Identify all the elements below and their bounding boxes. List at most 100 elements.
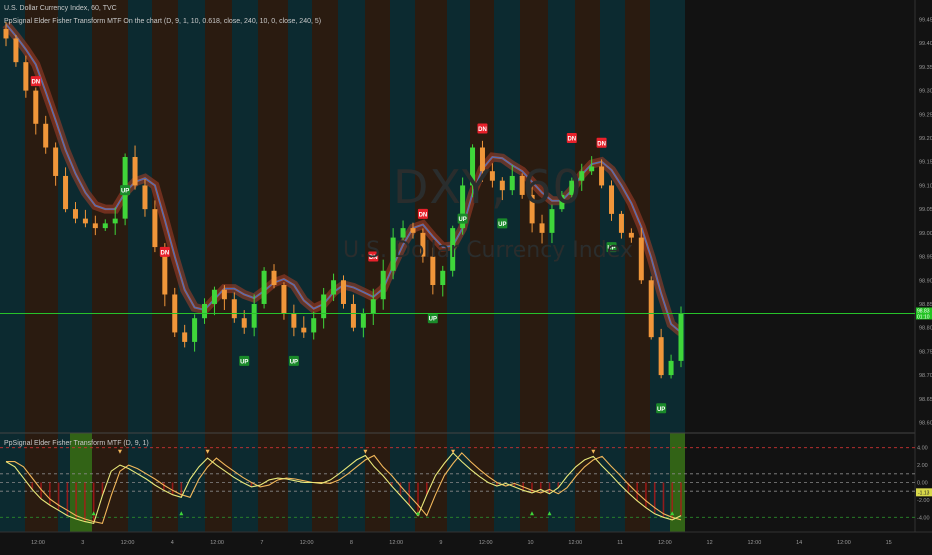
- candle-body: [341, 280, 346, 304]
- price-tick-label: 99.20: [919, 136, 932, 142]
- indicator-title: PpSignal Elder Fisher Transform MTF On t…: [4, 18, 322, 25]
- candle-body: [638, 237, 644, 281]
- osc-tick-label: 2.00: [917, 463, 928, 469]
- candle-body: [291, 313, 297, 328]
- time-tick-label: 12:00: [658, 540, 672, 546]
- candle-body: [311, 318, 317, 333]
- candle-body: [221, 289, 227, 300]
- buy-signal-label: UP: [429, 317, 437, 323]
- price-tick-label: 99.35: [919, 65, 932, 71]
- buy-signal-label: UP: [290, 359, 298, 365]
- time-tick-label: 12:00: [747, 540, 761, 546]
- candle-body: [211, 289, 217, 304]
- sell-signal-label: DN: [160, 250, 169, 256]
- osc-tick-label: -4.00: [917, 515, 930, 521]
- candle-body: [112, 218, 118, 224]
- candle-body: [72, 209, 78, 219]
- price-tick-label: 98.65: [919, 397, 932, 403]
- candle-body: [589, 166, 595, 172]
- time-tick-label: 11: [617, 540, 623, 546]
- buy-signal-label: UP: [121, 189, 129, 195]
- sell-signal-label: DN: [478, 127, 487, 133]
- candle-body: [618, 213, 624, 233]
- candle-body: [668, 360, 674, 376]
- candle-body: [3, 28, 9, 39]
- price-tick-label: 98.60: [919, 421, 932, 427]
- time-tick-label: 8: [350, 540, 353, 546]
- price-tick-label: 99.40: [919, 41, 932, 47]
- regime-zone: [258, 0, 288, 532]
- price-tick-label: 99.45: [919, 17, 932, 23]
- symbol-title: U.S. Dollar Currency Index, 60, TVC: [4, 5, 117, 12]
- price-tick-label: 98.70: [919, 373, 932, 379]
- background-zones: [0, 0, 685, 532]
- candle-body: [251, 303, 257, 328]
- candle-body: [271, 270, 277, 286]
- buy-signal-label: UP: [240, 359, 248, 365]
- regime-zone: [338, 0, 365, 532]
- candle-body: [63, 175, 69, 210]
- price-tick-label: 99.25: [919, 112, 932, 118]
- sell-signal-label: DN: [31, 80, 40, 86]
- candle-body: [400, 228, 406, 238]
- candle-body: [281, 285, 287, 314]
- candle-body: [102, 223, 108, 229]
- buy-signal-label: UP: [458, 217, 466, 223]
- candle-body: [13, 38, 19, 63]
- regime-zone: [288, 0, 312, 532]
- time-tick-label: 4: [171, 540, 174, 546]
- candle-body: [142, 185, 148, 210]
- price-tick-label: 99.05: [919, 207, 932, 213]
- sell-signal-label: DN: [597, 141, 606, 147]
- regime-zone: [365, 0, 390, 532]
- time-tick-label: 12:00: [837, 540, 851, 546]
- oscillator-title: PpSignal Elder Fisher Transform MTF (D, …: [4, 440, 149, 447]
- time-tick-label: 12:00: [31, 540, 45, 546]
- time-tick-label: 12:00: [568, 540, 582, 546]
- candle-body: [658, 337, 664, 376]
- price-tick-label: 98.80: [919, 326, 932, 332]
- price-tick-label: 98.85: [919, 302, 932, 308]
- chart-canvas[interactable]: DNDNUPUPDNUPUPUPDNUPDNUPDNUPDN 99.4599.4…: [0, 0, 932, 550]
- candle-body: [599, 166, 605, 186]
- candle-body: [192, 318, 198, 342]
- candle-body: [331, 280, 337, 295]
- trading-chart[interactable]: DN DN UP UP DN UP UP UP DN UP DN UP DN UP DN 99.45 99.4…: [0, 0, 932, 550]
- time-tick-label: 12:00: [479, 540, 493, 546]
- osc-tick-label: 4.00: [917, 446, 928, 452]
- regime-zone: [520, 0, 548, 532]
- time-tick-label: 15: [886, 540, 892, 546]
- osc-current-value: -1.13: [918, 490, 930, 496]
- time-tick-label: 12:00: [121, 540, 135, 546]
- regime-zone: [128, 0, 152, 532]
- candle-body: [321, 294, 327, 319]
- candle-body: [350, 303, 356, 328]
- candle-body: [43, 123, 49, 148]
- candle-body: [231, 299, 237, 319]
- regime-zone: [312, 0, 338, 532]
- time-tick-label: 10: [527, 540, 533, 546]
- price-tick-label: 99.00: [919, 231, 932, 237]
- time-tick-label: 12: [707, 540, 713, 546]
- price-tick-label: 98.90: [919, 278, 932, 284]
- candle-body: [609, 185, 615, 214]
- candle-body: [182, 332, 188, 342]
- candle-body: [92, 223, 98, 229]
- regime-zone: [205, 0, 232, 532]
- candle-body: [380, 270, 386, 300]
- candle-body: [360, 313, 366, 328]
- regime-zone: [548, 0, 575, 532]
- osc-tick-label: -2.00: [917, 498, 930, 504]
- candle-body: [261, 270, 267, 304]
- time-tick-label: 14: [796, 540, 802, 546]
- candle-body: [678, 313, 684, 361]
- candle-body: [440, 270, 446, 286]
- regime-zone: [625, 0, 650, 532]
- candle-body: [152, 209, 158, 248]
- candle-body: [648, 280, 654, 338]
- candle-body: [241, 318, 247, 328]
- time-tick-label: 12:00: [389, 540, 403, 546]
- regime-zone: [600, 0, 625, 532]
- candle-body: [132, 156, 138, 186]
- time-tick-label: 9: [439, 540, 442, 546]
